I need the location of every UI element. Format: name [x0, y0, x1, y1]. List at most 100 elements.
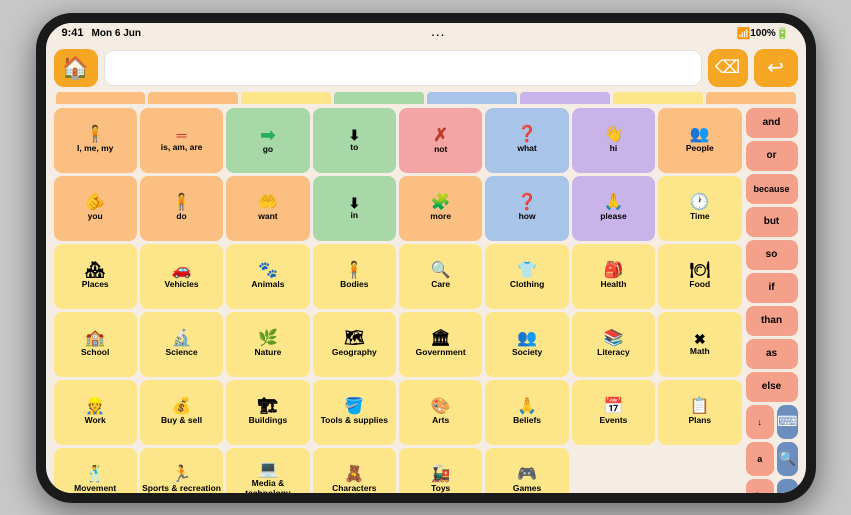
search-input[interactable] [104, 50, 702, 86]
word-cell-movement[interactable]: 🕺 Movement [54, 448, 137, 493]
word-cell-health[interactable]: 🎒 Health [572, 244, 655, 309]
label-characters: Characters [332, 484, 376, 493]
word-cell-please[interactable]: 🙏 please [572, 176, 655, 241]
back-button[interactable]: ↩ [754, 49, 798, 87]
word-cell-games[interactable]: 🎮 Games [485, 448, 568, 493]
right-word-the[interactable]: the [746, 479, 775, 493]
right-word-so[interactable]: so [746, 240, 798, 270]
word-cell-vehicles[interactable]: 🚗 Vehicles [140, 244, 223, 309]
word-cell-media-technology[interactable]: 💻 Media & technology [226, 448, 309, 493]
word-cell-society[interactable]: 👥 Society [485, 312, 568, 377]
right-word-because[interactable]: because [746, 174, 798, 204]
word-cell-animals[interactable]: 🐾 Animals [226, 244, 309, 309]
word-cell-is-am-are[interactable]: ═ is, am, are [140, 108, 223, 173]
icon-beliefs: 🙏 [517, 399, 537, 415]
icon-math: ✖ [694, 332, 706, 346]
tab-6[interactable] [520, 92, 610, 104]
word-cell-to[interactable]: ⬇ to [313, 108, 396, 173]
word-cell-beliefs[interactable]: 🙏 Beliefs [485, 380, 568, 445]
word-cell-hi[interactable]: 👋 hi [572, 108, 655, 173]
home-button[interactable]: 🏠 [54, 49, 98, 87]
word-cell-how[interactable]: ❓ how [485, 176, 568, 241]
right-word-than[interactable]: than [746, 306, 798, 336]
word-cell-characters[interactable]: 🧸 Characters [313, 448, 396, 493]
empty-cell-1 [572, 448, 655, 493]
device-frame: 9:41 Mon 6 Jun ... 📶 100% 🔋 🏠 ⌫ ↩ [36, 13, 816, 503]
word-cell-plans[interactable]: 📋 Plans [658, 380, 741, 445]
word-cell-people[interactable]: 👥 People [658, 108, 741, 173]
label-go: go [263, 145, 273, 154]
label-plans: Plans [688, 416, 711, 425]
right-word-if[interactable]: if [746, 273, 798, 303]
right-word-down[interactable]: ↓ [746, 405, 775, 439]
icon-work: 👷 [85, 399, 105, 415]
word-cell-i-me-my[interactable]: 🧍 I, me, my [54, 108, 137, 173]
right-word-a[interactable]: a [746, 442, 775, 476]
word-cell-geography[interactable]: 🗺 Geography [313, 312, 396, 377]
label-animals: Animals [251, 280, 284, 289]
tab-5[interactable] [427, 92, 517, 104]
word-cell-want[interactable]: 🤲 want [226, 176, 309, 241]
word-cell-go[interactable]: ➡ go [226, 108, 309, 173]
tab-1[interactable] [56, 92, 146, 104]
empty-cell-2 [658, 448, 741, 493]
color-tabs [54, 92, 798, 104]
word-cell-buildings[interactable]: 🏗 Buildings [226, 380, 309, 445]
word-cell-what[interactable]: ❓ what [485, 108, 568, 173]
word-cell-do[interactable]: 🧍 do [140, 176, 223, 241]
tab-4[interactable] [334, 92, 424, 104]
tab-3[interactable] [241, 92, 331, 104]
right-word-but[interactable]: but [746, 207, 798, 237]
icon-i-me-my: 🧍 [85, 127, 105, 143]
right-word-or[interactable]: or [746, 141, 798, 171]
icon-sports-recreation: 🏃 [172, 467, 192, 483]
word-cell-more[interactable]: 🧩 more [399, 176, 482, 241]
icon-nature: 🌿 [258, 331, 278, 347]
word-cell-places[interactable]: 🏘 Places [54, 244, 137, 309]
status-dots: ... [432, 28, 446, 39]
icon-geography: 🗺 [344, 331, 364, 347]
tab-7[interactable] [613, 92, 703, 104]
word-cell-care[interactable]: 🔍 Care [399, 244, 482, 309]
search-action[interactable]: 🔍 [777, 442, 798, 476]
tab-2[interactable] [148, 92, 238, 104]
word-cell-buy-sell[interactable]: 💰 Buy & sell [140, 380, 223, 445]
word-cell-clothing[interactable]: 👕 Clothing [485, 244, 568, 309]
edit-action[interactable]: ✏ [777, 479, 798, 493]
word-cell-school[interactable]: 🏫 School [54, 312, 137, 377]
word-cell-arts[interactable]: 🎨 Arts [399, 380, 482, 445]
word-cell-events[interactable]: 📅 Events [572, 380, 655, 445]
word-cell-math[interactable]: ✖ Math [658, 312, 741, 377]
label-i-me-my: I, me, my [77, 144, 113, 153]
word-cell-bodies[interactable]: 🧍 Bodies [313, 244, 396, 309]
icon-events: 📅 [603, 399, 623, 415]
wifi-icon: 📶 [737, 27, 751, 40]
word-cell-toys[interactable]: 🚂 Toys [399, 448, 482, 493]
word-cell-food[interactable]: 🍽 Food [658, 244, 741, 309]
label-nature: Nature [254, 348, 281, 357]
clear-button[interactable]: ⌫ [708, 49, 748, 87]
keyboard-action[interactable]: ⌨ [777, 405, 798, 439]
icon-please: 🙏 [603, 195, 623, 211]
word-cell-not[interactable]: ✗ not [399, 108, 482, 173]
word-cell-time[interactable]: 🕐 Time [658, 176, 741, 241]
label-is-am-are: is, am, are [161, 143, 203, 152]
word-cell-sports-recreation[interactable]: 🏃 Sports & recreation [140, 448, 223, 493]
label-please: please [600, 212, 626, 221]
label-media-technology: Media & technology [228, 479, 307, 492]
word-cell-literacy[interactable]: 📚 Literacy [572, 312, 655, 377]
tab-8[interactable] [706, 92, 796, 104]
label-math: Math [690, 347, 710, 356]
right-word-as[interactable]: as [746, 339, 798, 369]
right-word-and[interactable]: and [746, 108, 798, 138]
word-cell-government[interactable]: 🏛 Government [399, 312, 482, 377]
word-cell-work[interactable]: 👷 Work [54, 380, 137, 445]
label-toys: Toys [431, 484, 450, 493]
word-cell-nature[interactable]: 🌿 Nature [226, 312, 309, 377]
word-cell-tools-supplies[interactable]: 🪣 Tools & supplies [313, 380, 396, 445]
right-word-else[interactable]: else [746, 372, 798, 402]
word-cell-you[interactable]: 🫵 you [54, 176, 137, 241]
word-cell-in[interactable]: ⬇ in [313, 176, 396, 241]
word-cell-science[interactable]: 🔬 Science [140, 312, 223, 377]
label-how: how [519, 212, 536, 221]
